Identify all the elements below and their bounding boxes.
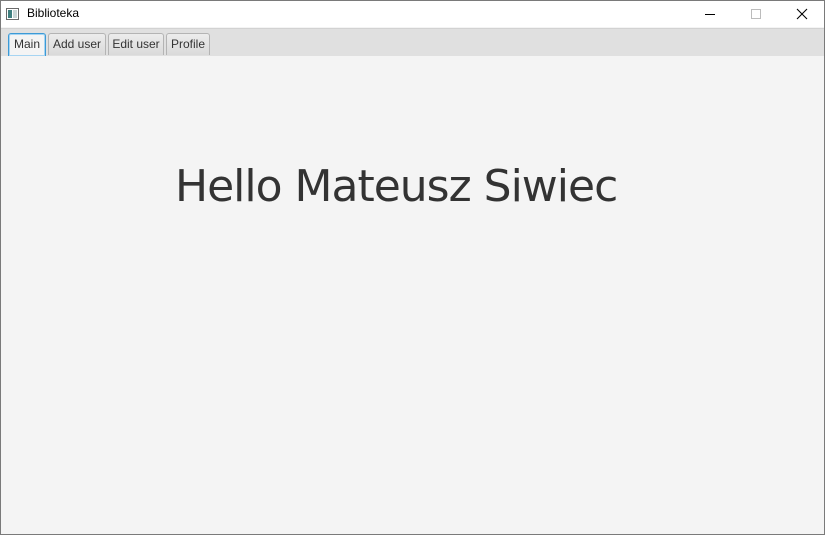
app-window: Biblioteka Main Add user Edit user Profi…	[0, 0, 825, 535]
window-title: Biblioteka	[27, 6, 80, 20]
main-tab-content: Hello Mateusz Siwiec	[1, 56, 824, 534]
tab-add-user[interactable]: Add user	[48, 33, 106, 55]
minimize-button[interactable]	[687, 1, 733, 27]
close-button[interactable]	[779, 1, 824, 27]
tab-edit-user[interactable]: Edit user	[108, 33, 164, 55]
tab-profile[interactable]: Profile	[166, 33, 210, 55]
tab-main[interactable]: Main	[8, 33, 46, 56]
maximize-button[interactable]	[733, 1, 779, 27]
greeting-label: Hello Mateusz Siwiec	[175, 161, 618, 212]
title-bar[interactable]: Biblioteka	[1, 1, 824, 27]
minimize-icon	[705, 14, 715, 15]
maximize-icon	[751, 9, 761, 19]
tab-bar: Main Add user Edit user Profile	[1, 28, 824, 57]
close-icon	[796, 8, 808, 20]
window-app-icon	[6, 7, 19, 20]
